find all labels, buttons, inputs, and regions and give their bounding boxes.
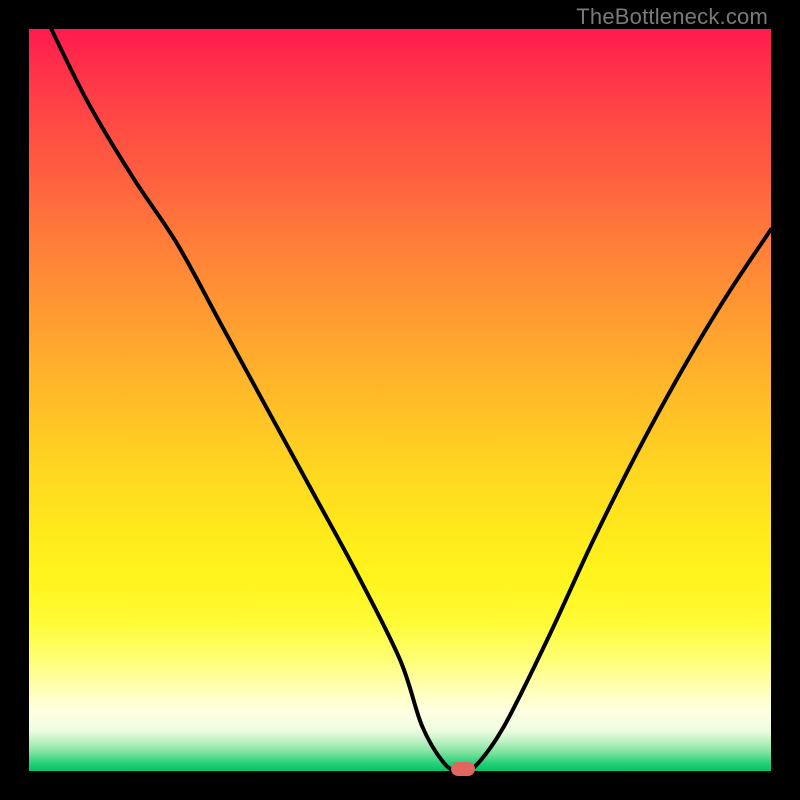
plot-area	[29, 29, 771, 771]
chart-frame: TheBottleneck.com	[0, 0, 800, 800]
optimum-marker	[451, 762, 475, 776]
watermark-text: TheBottleneck.com	[576, 4, 768, 30]
bottleneck-curve	[29, 29, 771, 771]
